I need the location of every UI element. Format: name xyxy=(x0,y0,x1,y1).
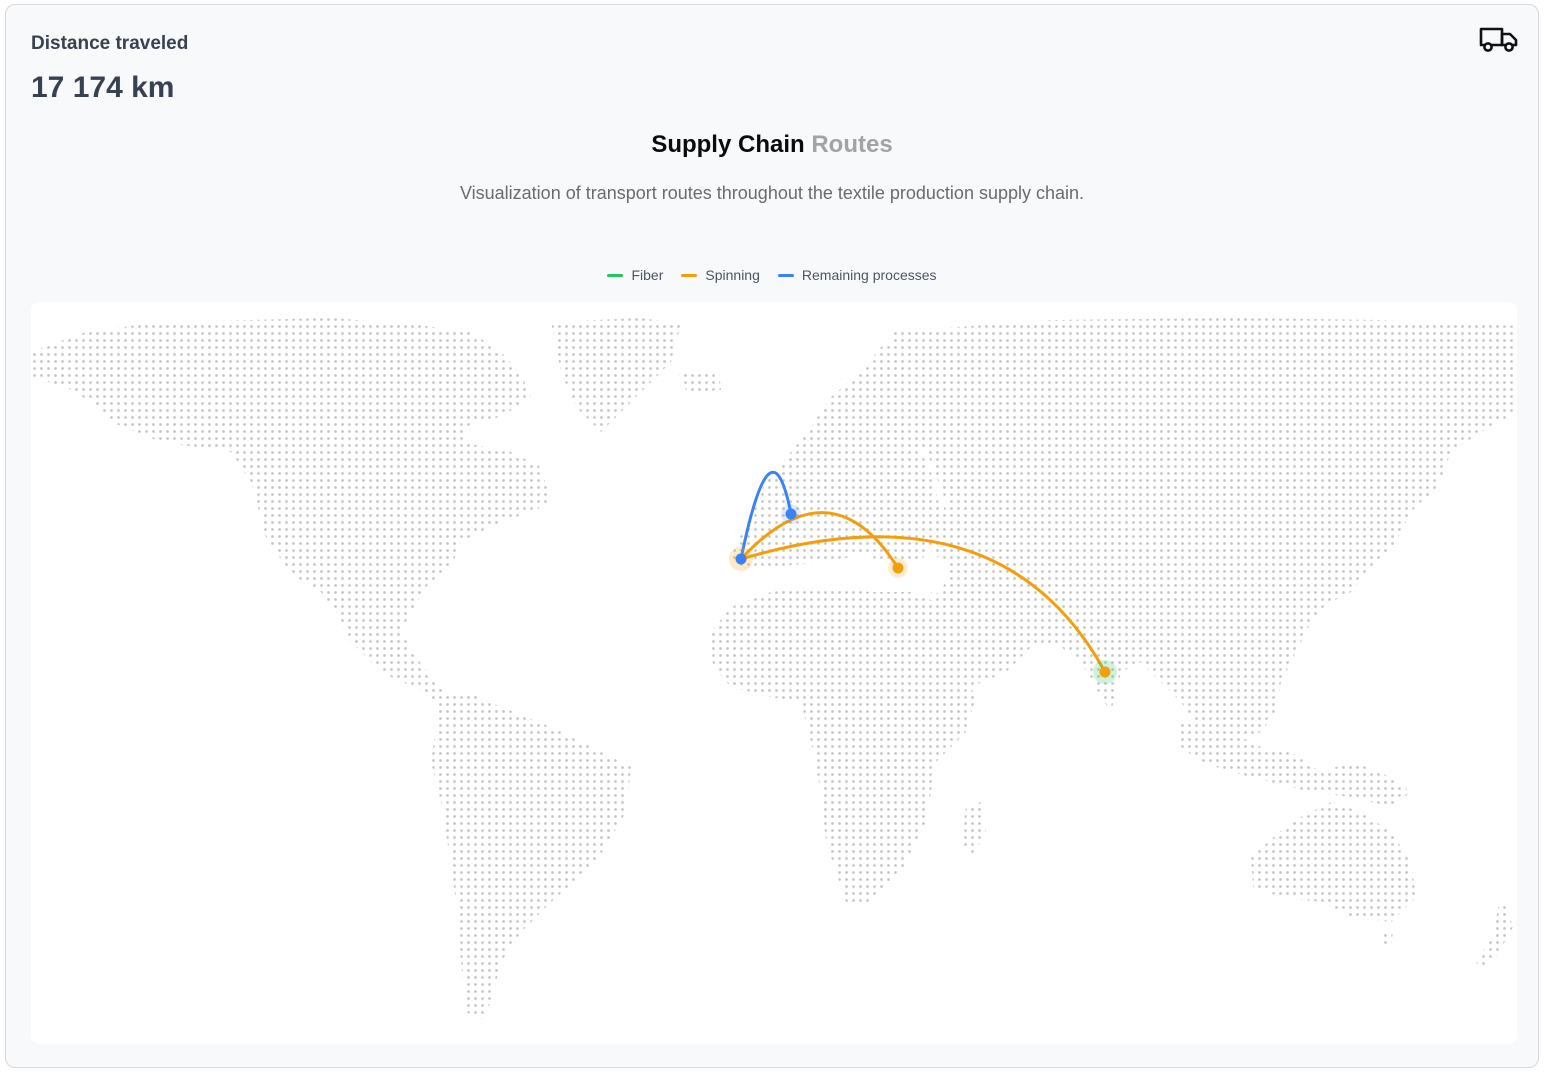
truck-icon xyxy=(1479,27,1518,52)
legend-swatch-spinning xyxy=(681,273,698,277)
map-title: Supply Chain Routes xyxy=(6,131,1538,159)
map-title-main: Supply Chain xyxy=(651,131,805,158)
legend-item-fiber: Fiber xyxy=(607,267,663,283)
land-dots xyxy=(31,318,1517,1020)
world-map-svg xyxy=(31,318,1517,1020)
legend-swatch-fiber xyxy=(607,273,624,277)
distance-card: Distance traveled 17 174 km Supply Chain… xyxy=(5,4,1539,1068)
legend-label-fiber: Fiber xyxy=(631,267,664,283)
map-title-accent: Routes xyxy=(811,131,893,158)
legend-item-remaining: Remaining processes xyxy=(777,267,937,283)
metric-label: Distance traveled xyxy=(31,33,189,54)
world-map xyxy=(31,302,1517,1044)
legend-item-spinning: Spinning xyxy=(681,267,760,283)
legend-label-remaining: Remaining processes xyxy=(801,267,937,283)
legend-swatch-remaining xyxy=(777,273,794,277)
metric-value: 17 174 km xyxy=(31,71,175,104)
node-india[interactable] xyxy=(1099,666,1111,678)
node-central-europe[interactable] xyxy=(785,508,797,520)
legend-label-spinning: Spinning xyxy=(705,267,760,283)
node-turkey[interactable] xyxy=(892,562,904,574)
map-legend: Fiber Spinning Remaining processes xyxy=(6,267,1538,283)
map-subtitle: Visualization of transport routes throug… xyxy=(459,183,1085,203)
node-iberia[interactable] xyxy=(735,553,747,565)
